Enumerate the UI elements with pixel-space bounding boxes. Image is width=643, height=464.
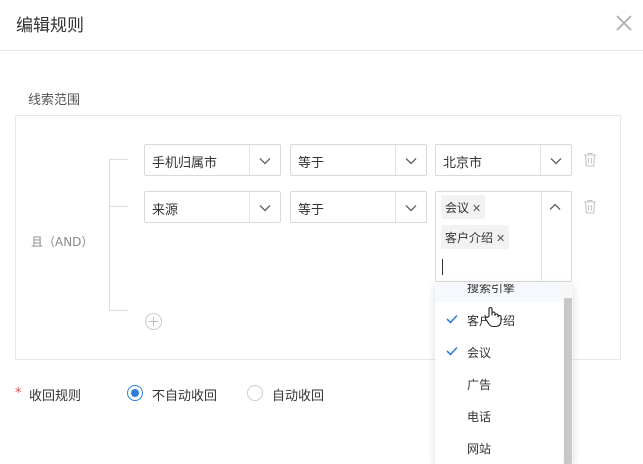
checkmark-icon	[446, 314, 458, 324]
chevron-down-icon	[405, 205, 417, 212]
field-select[interactable]: 手机归属市	[144, 144, 281, 176]
chevron-down-icon	[550, 158, 562, 165]
field-value: 来源	[152, 203, 179, 218]
dropdown-option[interactable]: 客户介绍	[435, 303, 563, 335]
chevron-down-icon	[259, 158, 271, 165]
selected-tag: 会议 ✕	[441, 195, 486, 219]
close-icon[interactable]	[614, 13, 634, 33]
selected-tag: 客户介绍 ✕	[441, 225, 510, 249]
trash-icon[interactable]	[583, 199, 597, 214]
close-icon[interactable]: ✕	[472, 202, 481, 215]
dialog-title: 编辑规则	[16, 16, 84, 36]
bracket-branch	[109, 206, 128, 207]
dialog-header: 编辑规则	[0, 0, 643, 51]
field-value: 手机归属市	[152, 156, 218, 171]
tag-label: 客户介绍	[445, 231, 494, 245]
operator-value: 等于	[298, 156, 325, 171]
text-cursor[interactable]	[442, 259, 443, 275]
radio-label-auto-recycle[interactable]: 自动收回	[272, 385, 324, 404]
bracket-branch	[109, 310, 128, 311]
dropdown-option[interactable]: 搜索引擎	[435, 284, 563, 302]
dropdown-option[interactable]: 网站	[435, 431, 563, 463]
operator-select[interactable]: 等于	[290, 191, 427, 223]
add-condition-button[interactable]	[145, 313, 162, 330]
dropdown-option[interactable]: 电话	[435, 399, 563, 431]
radio-no-auto-recycle[interactable]	[127, 385, 143, 401]
operator-value: 等于	[298, 203, 325, 218]
field-select[interactable]: 来源	[144, 191, 281, 223]
option-label: 电话	[467, 410, 492, 424]
radio-label-no-auto-recycle[interactable]: 不自动收回	[152, 385, 217, 404]
close-icon[interactable]: ✕	[496, 232, 505, 245]
trash-icon[interactable]	[583, 152, 597, 167]
dropdown-option[interactable]: 广告	[435, 367, 563, 399]
chevron-down-icon	[405, 158, 417, 165]
tag-label: 会议	[445, 201, 470, 215]
recycle-rule-label: 收回规则	[29, 389, 82, 404]
option-label: 搜索引擎	[467, 284, 516, 295]
checkmark-icon	[446, 346, 458, 356]
option-label: 网站	[467, 442, 492, 456]
chevron-up-icon[interactable]	[548, 200, 562, 214]
option-label: 会议	[467, 346, 492, 360]
required-mark: *	[15, 386, 22, 401]
dropdown-scrollbar-thumb[interactable]	[564, 298, 572, 464]
option-label: 客户介绍	[467, 314, 516, 328]
bracket-branch	[109, 159, 128, 160]
value-value: 北京市	[443, 156, 483, 171]
logic-bracket	[109, 159, 110, 311]
source-dropdown-menu: 搜索引擎 客户介绍 会议 广告 电话 网站	[435, 284, 573, 464]
operator-select[interactable]: 等于	[290, 144, 427, 176]
value-select[interactable]: 北京市	[435, 144, 572, 176]
chevron-down-icon	[259, 205, 271, 212]
option-label: 广告	[467, 378, 492, 392]
radio-auto-recycle[interactable]	[247, 385, 263, 401]
section-label: 线索范围	[28, 93, 81, 108]
logic-label: 且（AND）	[31, 235, 94, 249]
dropdown-option[interactable]: 会议	[435, 335, 563, 367]
